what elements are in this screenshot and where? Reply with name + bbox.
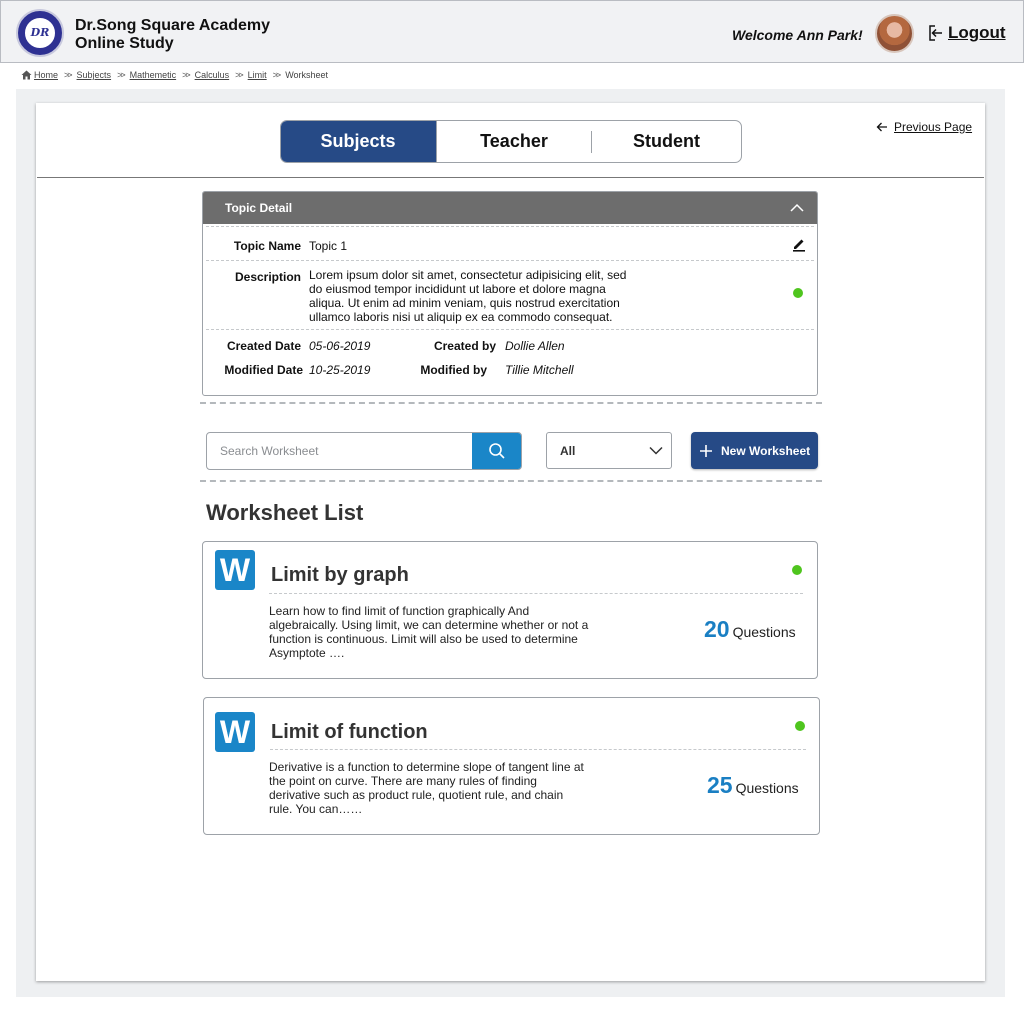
modified-by-value: Tillie Mitchell xyxy=(505,363,574,377)
logout-icon xyxy=(929,25,942,41)
breadcrumb-home[interactable]: Home xyxy=(34,70,58,80)
question-count-number: 20 xyxy=(704,616,730,642)
chevron-up-icon[interactable] xyxy=(789,202,805,214)
role-tabs: Subjects Teacher Student xyxy=(280,120,742,163)
row-divider xyxy=(206,260,814,261)
search-icon xyxy=(488,443,505,459)
breadcrumb: Home >> Subjects >> Mathemetic >> Calcul… xyxy=(21,70,328,80)
logout-label: Logout xyxy=(948,23,1006,42)
question-count: 20 Questions xyxy=(704,616,796,643)
question-count: 25 Questions xyxy=(707,772,799,799)
breadcrumb-limit[interactable]: Limit xyxy=(248,70,267,80)
welcome-message: Welcome Ann Park! xyxy=(732,27,863,43)
breadcrumb-mathemetic[interactable]: Mathemetic xyxy=(130,70,177,80)
chevron-right-icon: >> xyxy=(64,70,72,80)
pencil-icon[interactable] xyxy=(791,236,807,252)
description-label: Description xyxy=(234,270,301,284)
dashed-divider xyxy=(200,402,822,404)
chevron-right-icon: >> xyxy=(117,70,125,80)
question-count-label: Questions xyxy=(732,624,796,640)
dashed-divider xyxy=(200,480,822,482)
search-button[interactable] xyxy=(472,433,521,469)
modified-date-value: 10-25-2019 xyxy=(309,363,371,377)
topic-detail-title: Topic Detail xyxy=(225,201,293,215)
academy-logo: DR xyxy=(16,9,64,57)
topic-name-label: Topic Name xyxy=(233,239,301,253)
status-dot xyxy=(795,721,805,731)
app-header: DR Dr.Song Square Academy Online Study W… xyxy=(0,0,1024,63)
worksheet-list-title: Worksheet List xyxy=(206,500,364,525)
created-by-value: Dollie Allen xyxy=(505,339,565,353)
row-divider xyxy=(270,749,806,750)
modified-date-label: Modified Date xyxy=(224,363,303,377)
search-box xyxy=(206,432,522,470)
description-value: Lorem ipsum dolor sit amet, consectetur … xyxy=(309,268,627,324)
logout-button[interactable]: Logout xyxy=(926,23,1006,43)
new-worksheet-button[interactable]: New Worksheet xyxy=(691,432,818,469)
chevron-down-icon xyxy=(649,446,663,455)
chevron-right-icon: >> xyxy=(272,70,281,80)
created-date-value: 05-06-2019 xyxy=(309,339,371,353)
app-title: Dr.Song Square Academy Online Study xyxy=(75,17,270,53)
logo-monogram: DR xyxy=(23,16,57,50)
previous-page-label: Previous Page xyxy=(894,120,973,134)
worksheet-icon: W xyxy=(215,550,255,590)
breadcrumb-worksheet: Worksheet xyxy=(285,70,329,80)
worksheet-title[interactable]: Limit by graph xyxy=(271,564,409,587)
divider xyxy=(37,177,984,178)
modified-by-label: Modified by xyxy=(420,363,487,377)
breadcrumb-calculus[interactable]: Calculus xyxy=(195,70,230,80)
app-title-line2: Online Study xyxy=(75,35,174,52)
row-divider xyxy=(206,226,814,227)
tab-subjects[interactable]: Subjects xyxy=(281,121,436,162)
chevron-right-icon: >> xyxy=(235,70,243,80)
question-count-label: Questions xyxy=(735,780,799,796)
filter-selected-value: All xyxy=(560,443,576,458)
worksheet-description: Derivative is a function to determine sl… xyxy=(269,760,584,816)
home-icon[interactable] xyxy=(21,70,32,80)
tab-student[interactable]: Student xyxy=(592,121,741,162)
breadcrumb-subjects[interactable]: Subjects xyxy=(77,70,112,80)
row-divider xyxy=(206,329,814,330)
user-avatar[interactable] xyxy=(875,14,914,53)
worksheet-description: Learn how to find limit of function grap… xyxy=(269,604,589,660)
new-worksheet-label: New Worksheet xyxy=(721,443,811,458)
status-dot xyxy=(792,565,802,575)
app-title-line1: Dr.Song Square Academy xyxy=(75,17,271,34)
topic-detail-panel: Topic Detail Topic Name Topic 1 Descript… xyxy=(202,191,818,396)
filter-select[interactable]: All xyxy=(546,432,672,469)
topic-detail-header: Topic Detail xyxy=(203,192,817,224)
question-count-number: 25 xyxy=(707,772,733,798)
created-by-label: Created by xyxy=(433,339,496,353)
topic-name-value: Topic 1 xyxy=(309,239,348,253)
row-divider xyxy=(269,593,803,594)
previous-page-link[interactable]: Previous Page xyxy=(876,120,972,134)
plus-icon xyxy=(700,444,712,457)
worksheet-card[interactable]: W Limit of function Derivative is a func… xyxy=(203,697,820,835)
worksheet-card[interactable]: W Limit by graph Learn how to find limit… xyxy=(202,541,818,679)
worksheet-icon: W xyxy=(215,712,255,752)
created-date-label: Created Date xyxy=(226,339,301,353)
worksheet-title[interactable]: Limit of function xyxy=(271,721,428,744)
chevron-right-icon: >> xyxy=(182,70,190,80)
tab-teacher[interactable]: Teacher xyxy=(436,121,591,162)
search-input[interactable] xyxy=(207,433,473,469)
arrow-left-icon xyxy=(876,122,887,132)
status-dot xyxy=(793,288,803,298)
